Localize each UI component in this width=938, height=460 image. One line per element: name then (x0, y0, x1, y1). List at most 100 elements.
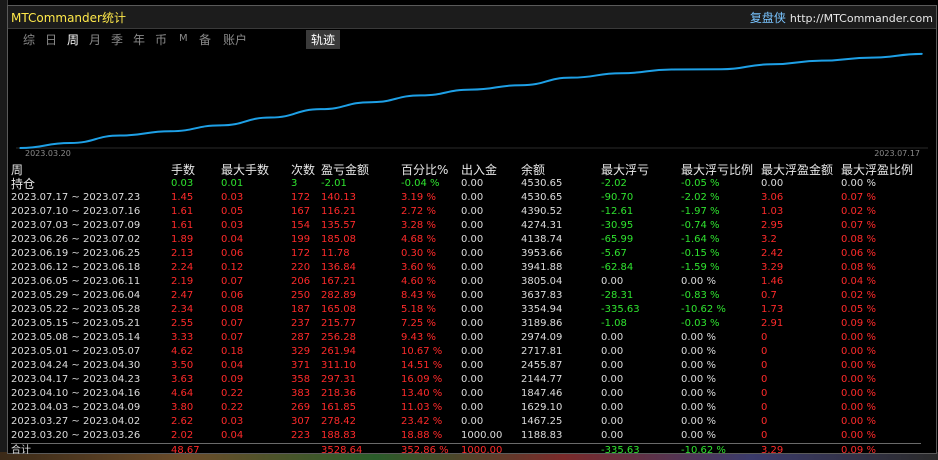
value-cell: 311.10 (321, 360, 356, 371)
col-header-deposit: 出入金 (461, 163, 498, 177)
x-axis-end-label: 2023.07.17 (874, 149, 920, 158)
stats-window: MTCommander统计 复盘侠 http://MTCommander.com … (7, 5, 937, 458)
balance-point (169, 130, 172, 133)
value-cell: -12.61 (601, 206, 634, 217)
value-cell (291, 443, 321, 458)
table-row[interactable]: 2023.03.20 ~ 2023.03.26 2.02 0.04 223 188.83… (11, 429, 921, 444)
value-cell: 2.47 (171, 290, 194, 301)
value-cell: 165.08 (321, 304, 356, 315)
tab-account[interactable]: 账户 (220, 30, 250, 49)
value-cell: 1000.00 (461, 430, 503, 441)
value-cell: 0 (761, 388, 768, 399)
value-cell: 0 (761, 374, 768, 385)
tab-m[interactable]: M (176, 32, 191, 45)
value-cell: 1.89 (171, 234, 194, 245)
value-cell: 1467.25 (521, 416, 563, 427)
value-cell: 3.06 (761, 192, 784, 203)
table-row[interactable]: 2023.05.22 ~ 2023.05.28 2.34 0.08 187 165.08… (11, 303, 921, 317)
value-cell: -90.70 (601, 192, 634, 203)
value-cell: 0.00 (601, 416, 624, 427)
table-row[interactable]: 2023.04.24 ~ 2023.04.30 3.50 0.04 371 311.10… (11, 359, 921, 373)
value-cell: 352.86 % (401, 443, 461, 458)
balance-point (570, 76, 573, 79)
open-positions-row[interactable]: 持仓 0.03 0.01 3 -2.01 -0.04 % 0.00 4530.65 -2.02 -… (11, 177, 921, 191)
tab-month[interactable]: 月 (86, 30, 104, 49)
value-cell: 3.50 (171, 360, 194, 371)
table-row[interactable]: 2023.07.03 ~ 2023.07.09 1.61 0.03 154 135.57… (11, 219, 921, 233)
balance-point (269, 116, 272, 119)
value-cell: 0.07 (221, 276, 244, 287)
value-cell: 18.88 % (401, 430, 443, 441)
value-cell: 167.21 (321, 276, 356, 287)
period-cell: 2023.05.22 ~ 2023.05.28 (11, 304, 141, 315)
value-cell: -0.74 % (681, 220, 720, 231)
col-header-count: 次数 (291, 163, 316, 177)
value-cell: 2.13 (171, 248, 194, 259)
tab-day[interactable]: 日 (42, 30, 60, 49)
table-row[interactable]: 2023.06.26 ~ 2023.07.02 1.89 0.04 199 185.08… (11, 233, 921, 247)
table-row[interactable]: 2023.05.08 ~ 2023.05.14 3.33 0.07 287 256.28… (11, 331, 921, 345)
value-cell: 167 (291, 206, 311, 217)
value-cell: 0.00 (601, 430, 624, 441)
title-bar[interactable]: MTCommander统计 复盘侠 http://MTCommander.com (8, 6, 936, 29)
value-cell: 154 (291, 220, 311, 231)
balance-point (820, 59, 823, 62)
value-cell: 0.03 (221, 220, 244, 231)
value-cell: 0.04 (221, 360, 244, 371)
table-row[interactable]: 2023.04.03 ~ 2023.04.09 3.80 0.22 269 161.85… (11, 401, 921, 415)
value-cell: 48.67 (171, 443, 221, 458)
value-cell: 371 (291, 360, 311, 371)
balance-point (119, 134, 122, 137)
value-cell: 2.42 (761, 248, 784, 259)
table-row[interactable]: 2023.07.17 ~ 2023.07.23 1.45 0.03 172 140.13… (11, 191, 921, 205)
weekly-stats-table: 周 手数 最大手数 次数 盈亏金额 百分比% 出入金 余额 最大浮亏 最大浮亏比… (11, 163, 921, 458)
value-cell: 4.62 (171, 346, 194, 357)
value-cell: 0.00 % (841, 346, 876, 357)
table-row[interactable]: 2023.05.29 ~ 2023.06.04 2.47 0.06 250 282.89… (11, 289, 921, 303)
table-row[interactable]: 2023.05.15 ~ 2023.05.21 2.55 0.07 237 215.77… (11, 317, 921, 331)
value-cell: 1.73 (761, 304, 784, 315)
value-cell: 0.00 % (841, 388, 876, 399)
value-cell: 0.00 (601, 276, 624, 287)
tab-notes[interactable]: 备 (196, 30, 214, 49)
value-cell: 0.7 (761, 290, 777, 301)
total-row[interactable]: 合计 48.67 3528.64 352.86 % 1000.00 -335.63 -10.… (11, 443, 921, 458)
tab-week[interactable]: 周 (64, 30, 82, 49)
value-cell: 2.95 (761, 220, 784, 231)
value-cell: 0.07 (221, 318, 244, 329)
tab-track[interactable]: 轨迹 (306, 30, 341, 49)
value-cell: 0 (761, 360, 768, 371)
value-cell: 0.00 (461, 304, 484, 315)
col-header-lots: 手数 (171, 163, 196, 177)
col-header-max-float-profit-ratio: 最大浮盈比例 (841, 163, 914, 177)
period-cell: 2023.06.05 ~ 2023.06.11 (11, 276, 141, 287)
col-header-max-float-loss-ratio: 最大浮亏比例 (681, 163, 754, 177)
brand-url-link[interactable]: http://MTCommander.com (790, 12, 933, 25)
table-header-row: 周 手数 最大手数 次数 盈亏金额 百分比% 出入金 余额 最大浮亏 最大浮亏比… (11, 163, 921, 177)
tab-year[interactable]: 年 (130, 30, 148, 49)
table-row[interactable]: 2023.03.27 ~ 2023.04.02 2.62 0.03 307 278.42… (11, 415, 921, 429)
table-row[interactable]: 2023.04.17 ~ 2023.04.23 3.63 0.09 358 297.31… (11, 373, 921, 387)
value-cell: 3953.66 (521, 248, 563, 259)
table-row[interactable]: 2023.05.01 ~ 2023.05.07 4.62 0.18 329 261.94… (11, 345, 921, 359)
value-cell: 0.00 % (681, 388, 716, 399)
tab-quarter[interactable]: 季 (108, 30, 126, 49)
value-cell: 2.19 (171, 276, 194, 287)
tab-currency[interactable]: 币 (152, 30, 170, 49)
table-row[interactable]: 2023.04.10 ~ 2023.04.16 4.64 0.22 383 218.36… (11, 387, 921, 401)
value-cell: 0.06 (221, 248, 244, 259)
value-cell: 237 (291, 318, 311, 329)
table-row[interactable]: 2023.06.19 ~ 2023.06.25 2.13 0.06 172 11.78 0… (11, 247, 921, 261)
table-row[interactable]: 2023.06.12 ~ 2023.06.18 2.24 0.12 220 136.84… (11, 261, 921, 275)
tab-summary[interactable]: 综 (20, 30, 38, 49)
col-header-max-lots: 最大手数 (221, 163, 270, 177)
value-cell: 0.00 % (681, 402, 716, 413)
balance-series-line (19, 52, 923, 149)
value-cell: 0.03 (221, 416, 244, 427)
value-cell: 3.60 % (401, 262, 436, 273)
value-cell: -335.63 (601, 443, 681, 458)
table-row[interactable]: 2023.07.10 ~ 2023.07.16 1.61 0.05 167 116.21… (11, 205, 921, 219)
value-cell: 0.00 (601, 402, 624, 413)
table-row[interactable]: 2023.06.05 ~ 2023.06.11 2.19 0.07 206 167.21… (11, 275, 921, 289)
value-cell: -5.67 (601, 248, 627, 259)
